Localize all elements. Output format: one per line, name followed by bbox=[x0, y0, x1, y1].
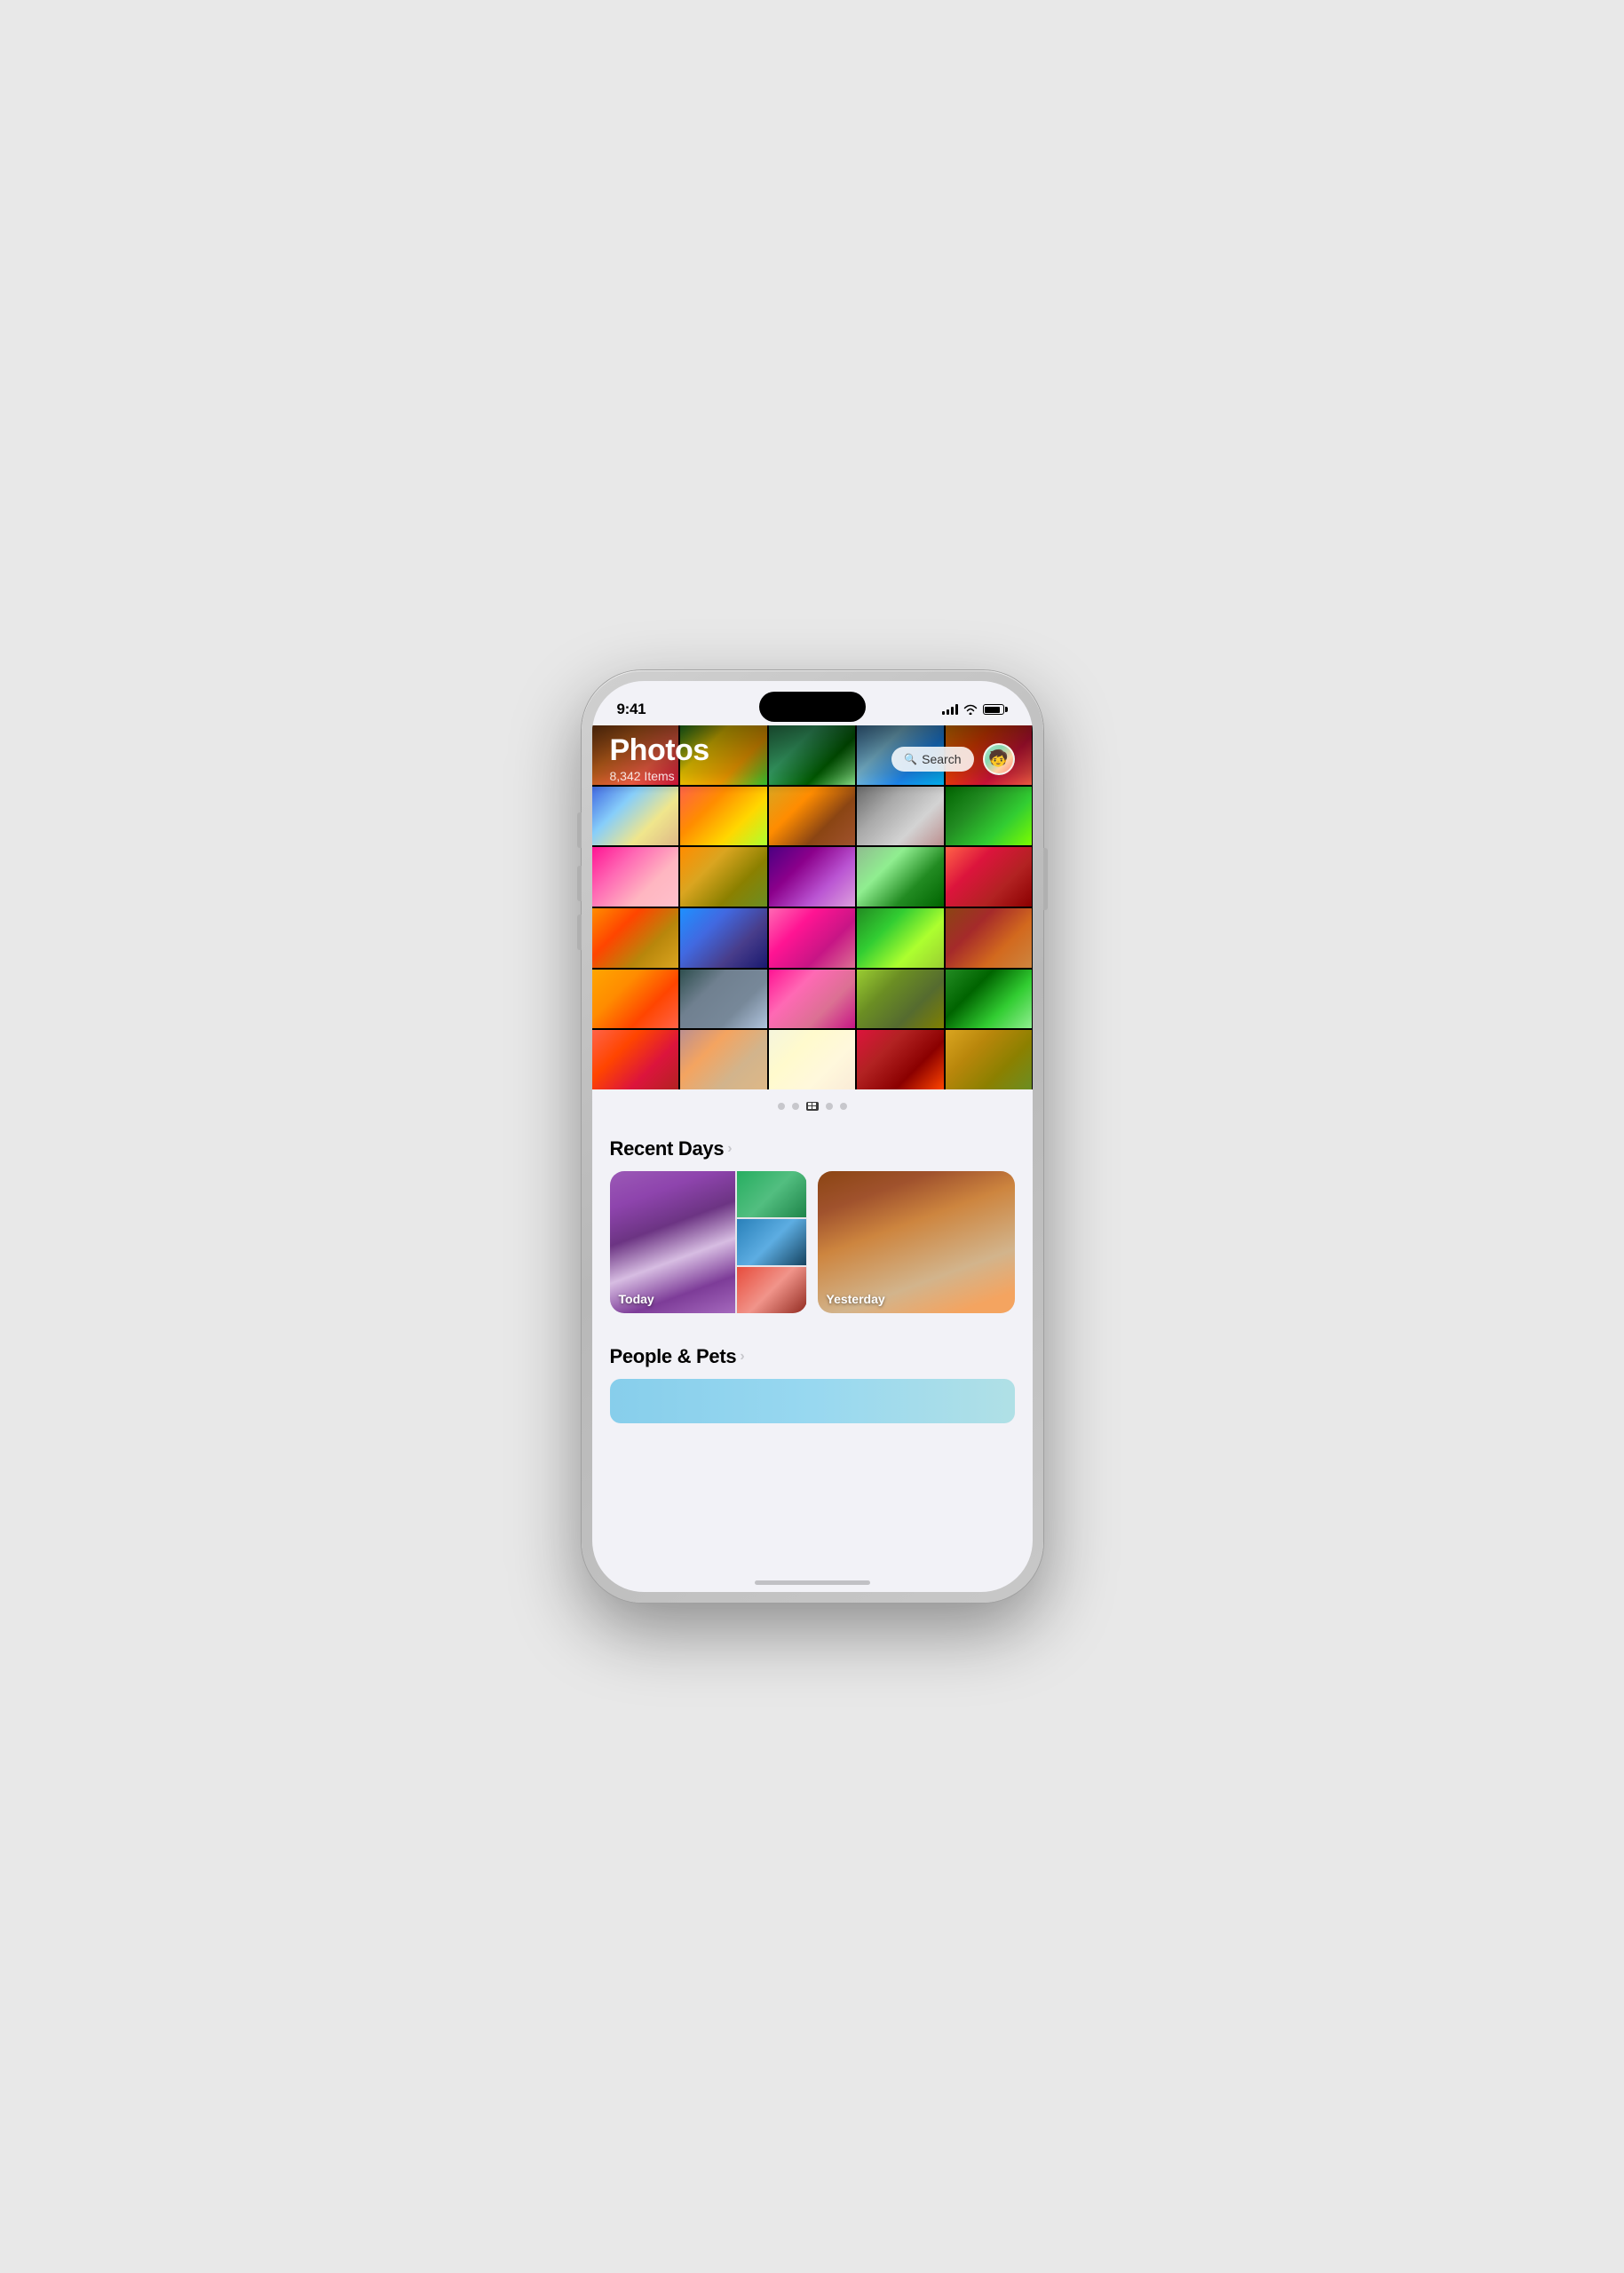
recent-days-header[interactable]: Recent Days › bbox=[610, 1123, 1015, 1171]
photo-cell[interactable] bbox=[946, 970, 1033, 1029]
people-pets-preview bbox=[610, 1379, 1015, 1423]
search-label: Search bbox=[922, 752, 961, 766]
search-button[interactable]: 🔍 Search bbox=[891, 747, 973, 772]
pagination-dot-grid[interactable] bbox=[806, 1102, 819, 1111]
photo-cell[interactable] bbox=[769, 1030, 856, 1089]
photo-cell[interactable] bbox=[592, 787, 679, 846]
photo-cell[interactable] bbox=[946, 847, 1033, 907]
photo-cell[interactable] bbox=[857, 970, 944, 1029]
photo-cell[interactable] bbox=[592, 847, 679, 907]
page-title: Photos bbox=[610, 734, 709, 767]
photo-cell[interactable] bbox=[680, 1030, 767, 1089]
dynamic-island bbox=[759, 692, 866, 722]
home-indicator bbox=[755, 1580, 870, 1585]
photo-cell[interactable] bbox=[857, 787, 944, 846]
wifi-icon bbox=[963, 704, 978, 715]
photo-cell[interactable] bbox=[592, 908, 679, 968]
photo-cell[interactable] bbox=[946, 1030, 1033, 1089]
search-icon: 🔍 bbox=[904, 753, 917, 765]
header-right: 🔍 Search 🧒 bbox=[891, 743, 1014, 775]
pagination-dot-5[interactable] bbox=[840, 1103, 847, 1110]
recent-days-chevron: › bbox=[727, 1141, 732, 1157]
today-side-1 bbox=[737, 1171, 807, 1217]
photo-cell[interactable] bbox=[769, 908, 856, 968]
recent-days-title: Recent Days bbox=[610, 1137, 725, 1160]
main-content[interactable]: Photos 8,342 Items 🔍 Search 🧒 bbox=[592, 725, 1033, 1592]
photo-grid-section[interactable]: Photos 8,342 Items 🔍 Search 🧒 bbox=[592, 725, 1033, 1089]
photo-cell[interactable] bbox=[769, 847, 856, 907]
today-side-3 bbox=[737, 1267, 807, 1313]
photo-cell[interactable] bbox=[680, 970, 767, 1029]
pagination-dot-1[interactable] bbox=[778, 1103, 785, 1110]
photo-cell[interactable] bbox=[946, 908, 1033, 968]
photo-cell[interactable] bbox=[857, 847, 944, 907]
header-overlay: Photos 8,342 Items 🔍 Search 🧒 bbox=[592, 725, 1033, 794]
photo-cell[interactable] bbox=[680, 787, 767, 846]
item-count: 8,342 Items bbox=[610, 769, 709, 783]
signal-icon bbox=[942, 704, 958, 715]
recent-days-section: Recent Days › bbox=[592, 1123, 1033, 1331]
photo-cell[interactable] bbox=[769, 787, 856, 846]
photo-cell[interactable] bbox=[592, 1030, 679, 1089]
photo-cell[interactable] bbox=[680, 847, 767, 907]
photo-cell[interactable] bbox=[857, 1030, 944, 1089]
today-card[interactable]: Today bbox=[610, 1171, 807, 1313]
photo-cell[interactable] bbox=[592, 970, 679, 1029]
phone-frame: 9:41 bbox=[582, 670, 1043, 1603]
people-pets-chevron: › bbox=[740, 1349, 744, 1365]
yesterday-card[interactable]: Yesterday bbox=[818, 1171, 1015, 1313]
status-time: 9:41 bbox=[617, 701, 646, 718]
photo-cell[interactable] bbox=[769, 970, 856, 1029]
people-pets-title: People & Pets bbox=[610, 1345, 737, 1368]
pagination bbox=[592, 1089, 1033, 1123]
avatar[interactable]: 🧒 bbox=[983, 743, 1015, 775]
battery-icon bbox=[983, 704, 1008, 715]
phone-screen: 9:41 bbox=[592, 681, 1033, 1592]
photo-cell[interactable] bbox=[857, 908, 944, 968]
people-pets-header[interactable]: People & Pets › bbox=[610, 1331, 1015, 1379]
header-row: Photos 8,342 Items 🔍 Search 🧒 bbox=[610, 734, 1015, 783]
today-side-photos bbox=[737, 1171, 807, 1313]
today-label: Today bbox=[619, 1292, 654, 1306]
pagination-dot-2[interactable] bbox=[792, 1103, 799, 1110]
recent-days-row: Today Yesterday bbox=[610, 1171, 1015, 1331]
title-block: Photos 8,342 Items bbox=[610, 734, 709, 783]
people-pets-section: People & Pets › bbox=[592, 1331, 1033, 1423]
pagination-dot-4[interactable] bbox=[826, 1103, 833, 1110]
today-side-2 bbox=[737, 1219, 807, 1265]
yesterday-label: Yesterday bbox=[827, 1292, 885, 1306]
photo-cell[interactable] bbox=[946, 787, 1033, 846]
status-icons bbox=[942, 704, 1008, 715]
photo-cell[interactable] bbox=[680, 908, 767, 968]
